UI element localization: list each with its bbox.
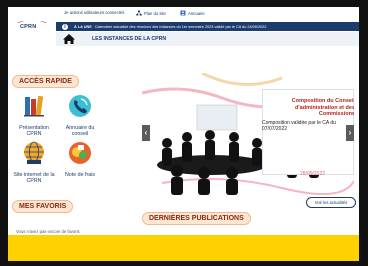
quick-access-heading: ACCÈS RAPIDE [12, 75, 79, 88]
carousel-next-button[interactable]: › [346, 125, 354, 141]
logo-text: CPRN [20, 24, 37, 30]
directory-link-label: Annuaire [188, 10, 205, 16]
page: CPRN Je actions utilisateurs connectés P… [8, 7, 359, 261]
quick-item-presentation[interactable]: Présentation CPRN [12, 93, 56, 137]
frame-left [0, 0, 8, 266]
quick-item-label: Site internet de la CPRN [13, 172, 55, 184]
directory-link[interactable]: Annuaire [180, 10, 205, 16]
quick-item-expenses[interactable]: Note de frais [58, 140, 102, 178]
sitemap-icon [136, 10, 142, 16]
favorites-heading: MES FAVORIS [12, 200, 74, 213]
top-bar: Je actions utilisateurs connectés Plan d… [8, 7, 359, 21]
sitemap-link-label: Plan du site [144, 10, 166, 16]
announcement-text: Calendrier actualisé des réunions des in… [94, 24, 267, 29]
quick-item-label: Présentation CPRN [19, 125, 49, 137]
phone-directory-icon [69, 95, 91, 117]
quick-item-label: Annuaire du conseil [65, 125, 95, 137]
announcement-bar[interactable]: i À LA UNE Calendrier actualisé des réun… [56, 22, 359, 31]
quick-item-label: Note de frais [64, 172, 96, 178]
frame-bottom [0, 261, 368, 266]
nav-item-instances[interactable]: LES INSTANCES DE LA CPRN [92, 36, 166, 42]
home-icon[interactable] [62, 32, 76, 46]
slide-description: Composition validée par le CA du 07/07/2… [262, 120, 336, 132]
sitemap-link[interactable]: Plan du site [136, 10, 166, 16]
announcement-label: À LA UNE [74, 24, 92, 29]
frame-right [359, 0, 368, 266]
slide-title[interactable]: Composition du Conseil d'administration … [260, 98, 354, 118]
globe-icon [24, 141, 44, 164]
books-icon [24, 95, 44, 117]
quick-item-website[interactable]: Site internet de la CPRN [12, 140, 56, 184]
quick-item-directory[interactable]: Annuaire du conseil [58, 93, 102, 137]
connect-link[interactable]: Je actions utilisateurs connectés [64, 10, 124, 15]
news-carousel: Composition du Conseil d'administration … [142, 73, 354, 195]
slide-date: 28/09/2022 [300, 171, 326, 177]
main-nav: LES INSTANCES DE LA CPRN [56, 32, 359, 46]
info-icon: i [62, 23, 68, 30]
favorites-empty-text: Vous n'avez pas encore de favoris [16, 229, 80, 234]
carousel-prev-button[interactable]: ‹ [142, 125, 150, 141]
footer-band [8, 235, 359, 261]
connect-link-label: Je actions utilisateurs connectés [64, 10, 125, 15]
expenses-icon [69, 142, 91, 164]
directory-icon [180, 10, 186, 16]
frame-top [0, 0, 368, 7]
see-news-button[interactable]: Voir les actualités [306, 197, 356, 208]
publications-heading: DERNIÈRES PUBLICATIONS [142, 212, 251, 225]
